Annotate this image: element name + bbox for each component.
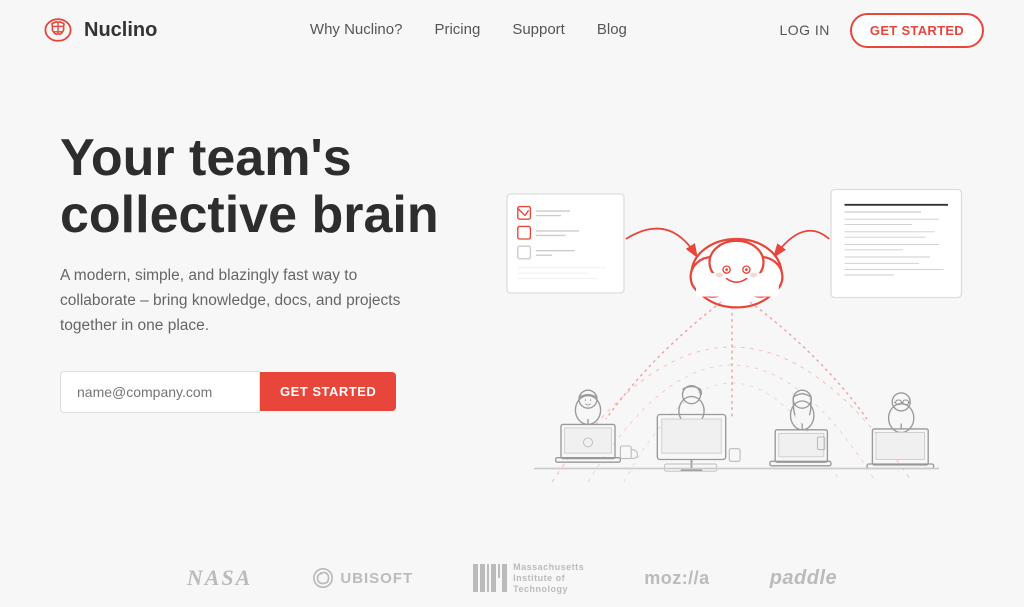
logos-section: NASA UBISOFT Massachusetts Institute of …: [0, 550, 1024, 606]
nav-link-pricing[interactable]: Pricing: [434, 21, 480, 38]
nav-link-support[interactable]: Support: [512, 21, 565, 38]
nasa-text: NASA: [187, 565, 252, 591]
mozilla-text: moz://a: [644, 568, 710, 589]
brain-logo-icon: [40, 12, 76, 48]
email-input[interactable]: [60, 371, 260, 413]
hero-get-started-button[interactable]: GET STARTED: [260, 372, 396, 411]
mit-text-line3: Technology: [513, 584, 584, 595]
nav-get-started-button[interactable]: GET STARTED: [850, 13, 984, 48]
mit-text-line2: Institute of: [513, 573, 584, 584]
logo[interactable]: Nuclino: [40, 12, 157, 48]
paddle-text: paddle: [770, 567, 837, 590]
navbar: Nuclino Why Nuclino? Pricing Support Blo…: [0, 0, 1024, 60]
hero-left: Your team's collective brain A modern, s…: [60, 100, 480, 413]
logo-paddle: paddle: [770, 567, 837, 590]
nav-link-blog[interactable]: Blog: [597, 21, 627, 38]
main-content: Your team's collective brain A modern, s…: [0, 60, 1024, 550]
logo-nasa: NASA: [187, 565, 252, 591]
nav-links: Why Nuclino? Pricing Support Blog: [310, 21, 627, 39]
mit-bars-icon: [473, 564, 507, 592]
ubisoft-spiral-icon: [312, 567, 334, 589]
login-button[interactable]: LOG IN: [779, 22, 829, 38]
nav-link-why-nuclino[interactable]: Why Nuclino?: [310, 21, 403, 38]
hero-svg: [480, 100, 984, 540]
hero-illustration: [480, 100, 984, 540]
mit-text-line1: Massachusetts: [513, 562, 584, 573]
hero-title: Your team's collective brain: [60, 130, 480, 244]
logo-mozilla: moz://a: [644, 568, 710, 589]
nav-right: LOG IN GET STARTED: [779, 13, 984, 48]
logo-mit: Massachusetts Institute of Technology: [473, 562, 584, 594]
hero-subtitle: A modern, simple, and blazingly fast way…: [60, 264, 420, 338]
logo-text: Nuclino: [84, 19, 157, 42]
logo-ubisoft: UBISOFT: [312, 567, 413, 589]
hero-form: GET STARTED: [60, 371, 480, 413]
ubisoft-text: UBISOFT: [340, 570, 413, 587]
